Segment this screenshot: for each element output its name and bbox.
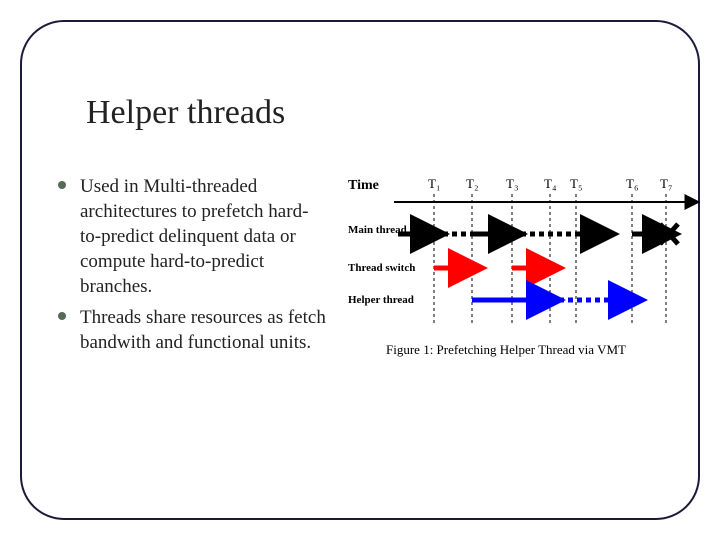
- timeline-svg: [348, 174, 708, 354]
- bullet-icon: [58, 312, 66, 320]
- bullet-region: Used in Multi-threaded architectures to …: [58, 174, 326, 362]
- bullet-icon: [58, 181, 66, 189]
- bullet-text: Threads share resources as fetch bandwit…: [80, 307, 326, 353]
- timeline-figure: Time T₁ T₂ T₃ T₄ T₅ T₆ T₇ Main thread Th…: [348, 174, 708, 404]
- figure-caption: Figure 1: Prefetching Helper Thread via …: [386, 342, 626, 358]
- bullet-text: Used in Multi-threaded architectures to …: [80, 176, 308, 297]
- slide-frame: Helper threads Used in Multi-threaded ar…: [20, 20, 700, 520]
- bullet-list: Used in Multi-threaded architectures to …: [58, 174, 326, 356]
- list-item: Threads share resources as fetch bandwit…: [58, 305, 326, 355]
- list-item: Used in Multi-threaded architectures to …: [58, 174, 326, 299]
- slide-title: Helper threads: [86, 94, 285, 132]
